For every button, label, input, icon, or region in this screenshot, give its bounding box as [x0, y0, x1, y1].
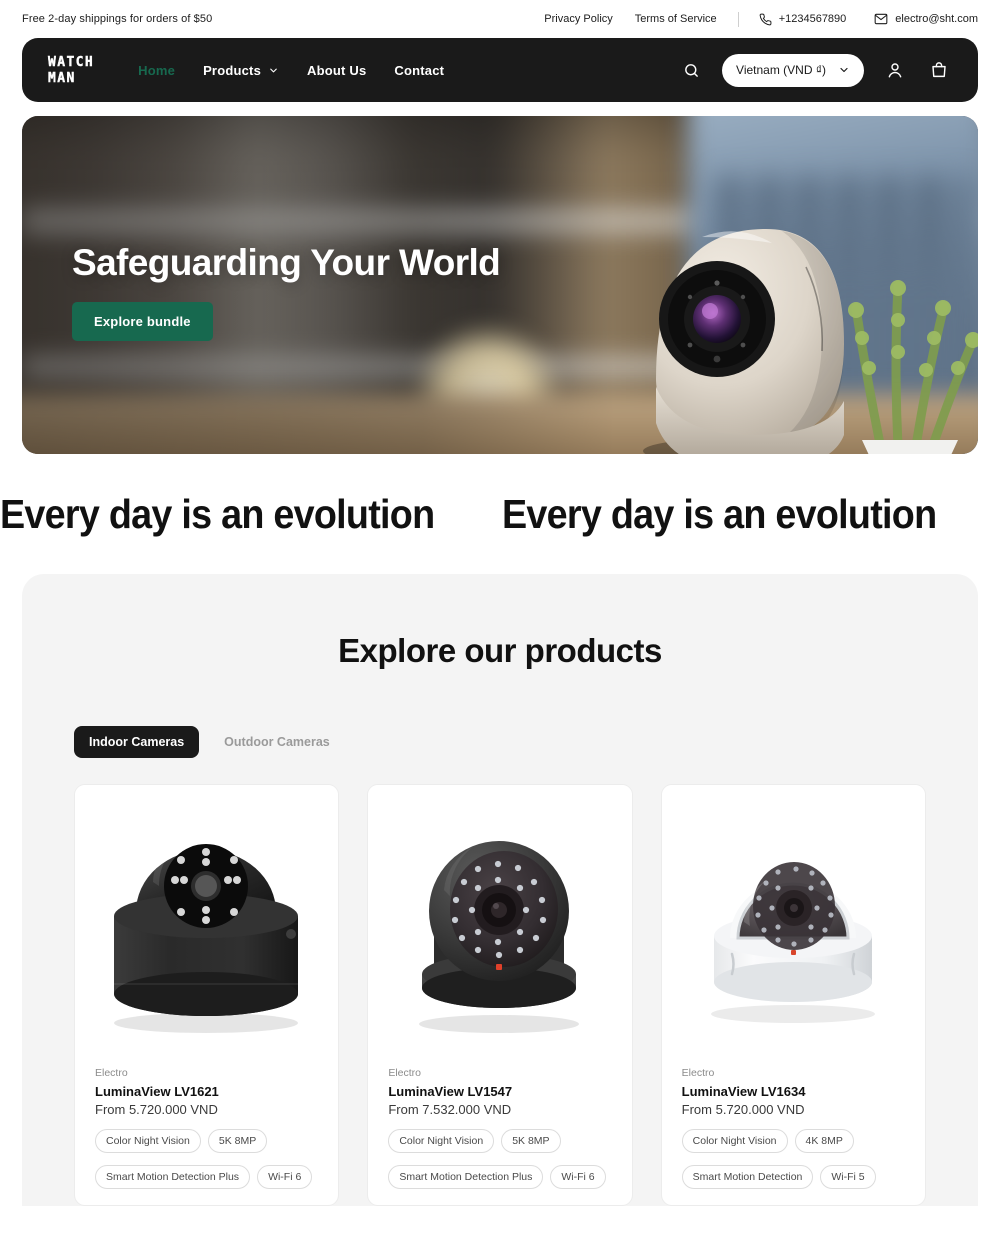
nav-item-home[interactable]: Home — [138, 63, 175, 78]
product-card[interactable]: Electro LuminaView LV1634 From 5.720.000… — [660, 784, 926, 1206]
main-navigation-bar: WATCH MAN Home Products About Us Contact — [22, 38, 978, 102]
search-icon — [683, 62, 700, 79]
chevron-down-icon — [268, 65, 279, 76]
announcement-message: Free 2-day shippings for orders of $50 — [22, 13, 213, 25]
nav-item-about-us[interactable]: About Us — [307, 63, 366, 78]
privacy-policy-link[interactable]: Privacy Policy — [533, 13, 623, 25]
user-icon — [886, 61, 904, 79]
explore-bundle-button[interactable]: Explore bundle — [72, 302, 213, 341]
product-price: From 5.720.000 VND — [681, 1102, 805, 1117]
site-logo[interactable]: WATCH MAN — [48, 54, 95, 86]
phone-number: +1234567890 — [778, 13, 847, 25]
product-card[interactable]: Electro LuminaView LV1621 From 5.720.000… — [74, 784, 340, 1206]
product-info: Electro LuminaView LV1621 From 5.720.000… — [75, 1067, 338, 1189]
announcement-bar: Free 2-day shippings for orders of $50 P… — [0, 0, 1000, 38]
product-name[interactable]: LuminaView LV1634 — [682, 1084, 905, 1099]
product-name[interactable]: LuminaView LV1547 — [388, 1084, 611, 1099]
chevron-down-icon — [838, 64, 850, 76]
product-feature-chips: Smart Motion Detection Plus Wi-Fi 6 — [95, 1165, 318, 1189]
marquee-text: Every day is an evolution — [502, 490, 937, 537]
cart-button[interactable] — [926, 57, 952, 83]
product-image — [75, 785, 339, 1067]
search-button[interactable] — [678, 57, 704, 83]
email-address: electro@sht.com — [895, 13, 978, 25]
product-info: Electro LuminaView LV1547 From 7.532.000… — [368, 1067, 631, 1189]
product-feature-chips: Color Night Vision 5K 8MP — [388, 1129, 611, 1153]
hero-content: Safeguarding Your World Explore bundle — [72, 242, 501, 341]
tab-outdoor-cameras[interactable]: Outdoor Cameras — [209, 726, 345, 758]
feature-chip: 5K 8MP — [207, 1129, 268, 1153]
nav-item-label: Products — [203, 62, 262, 78]
nav-item-label: About Us — [307, 62, 367, 78]
dome-camera-white-illustration — [710, 862, 875, 1023]
product-feature-chips: Smart Motion Detection Plus Wi-Fi 6 — [388, 1165, 611, 1189]
product-image — [368, 785, 632, 1067]
product-vendor: Electro — [388, 1067, 422, 1079]
product-grid: Electro LuminaView LV1621 From 5.720.000… — [74, 784, 926, 1206]
currency-selector[interactable]: Vietnam (VND ₫) — [722, 53, 864, 87]
product-category-tabs: Indoor Cameras Outdoor Cameras — [74, 726, 926, 758]
nav-links: Home Products About Us Contact — [138, 63, 444, 78]
feature-chip: 4K 8MP — [794, 1129, 854, 1153]
feature-chip: Wi-Fi 6 — [550, 1165, 606, 1189]
feature-chip: Wi-Fi 6 — [257, 1165, 313, 1189]
feature-chip: Color Night Vision — [681, 1129, 788, 1153]
product-price: From 7.532.000 VND — [388, 1102, 512, 1117]
logo-line-1: WATCH — [48, 54, 95, 70]
product-price: From 5.720.000 VND — [95, 1102, 218, 1117]
terms-of-service-link[interactable]: Terms of Service — [624, 13, 728, 25]
feature-chip: 5K 8MP — [501, 1129, 561, 1153]
nav-item-label: Home — [138, 62, 176, 78]
product-vendor: Electro — [95, 1067, 128, 1079]
feature-chip: Wi-Fi 5 — [820, 1165, 876, 1189]
nav-actions: Vietnam (VND ₫) — [678, 53, 952, 87]
product-image — [661, 785, 925, 1067]
products-section: Explore our products Indoor Cameras Outd… — [22, 574, 978, 1206]
hero-title: Safeguarding Your World — [72, 242, 501, 283]
hero-plant-illustration — [848, 280, 978, 454]
dome-camera-black-illustration — [114, 834, 299, 1033]
tab-indoor-cameras[interactable]: Indoor Cameras — [74, 726, 200, 758]
announcement-links: Privacy Policy Terms of Service +1234567… — [533, 11, 978, 27]
account-button[interactable] — [882, 57, 908, 83]
product-name[interactable]: LuminaView LV1621 — [95, 1084, 318, 1099]
hero-camera-illustration — [643, 229, 844, 454]
nav-item-label: Contact — [394, 62, 445, 78]
marquee-banner: Every day is an evolution Every day is a… — [0, 454, 1000, 574]
phone-link[interactable]: +1234567890 — [749, 13, 847, 26]
nav-item-contact[interactable]: Contact — [394, 63, 444, 78]
product-feature-chips: Color Night Vision 5K 8MP — [95, 1129, 318, 1153]
product-info: Electro LuminaView LV1634 From 5.720.000… — [662, 1067, 925, 1189]
currency-selected-value: Vietnam (VND ₫) — [736, 63, 826, 77]
feature-chip: Smart Motion Detection — [681, 1165, 814, 1189]
hero-banner: Safeguarding Your World Explore bundle — [22, 116, 978, 454]
phone-icon — [759, 13, 772, 26]
marquee-text: Every day is an evolution — [0, 490, 435, 537]
product-vendor: Electro — [681, 1067, 715, 1079]
feature-chip: Color Night Vision — [388, 1129, 495, 1153]
feature-chip: Smart Motion Detection Plus — [95, 1165, 251, 1189]
feature-chip: Smart Motion Detection Plus — [388, 1165, 544, 1189]
feature-chip: Color Night Vision — [95, 1129, 201, 1153]
envelope-icon — [874, 12, 888, 26]
divider — [737, 11, 739, 27]
product-feature-chips: Smart Motion Detection Wi-Fi 5 — [681, 1165, 905, 1189]
product-feature-chips: Color Night Vision 4K 8MP — [681, 1129, 905, 1153]
nav-item-products[interactable]: Products — [203, 63, 279, 78]
product-card[interactable]: Electro LuminaView LV1547 From 7.532.000… — [367, 784, 633, 1206]
marquee-track: Every day is an evolution Every day is a… — [0, 491, 1000, 538]
products-heading: Explore our products — [338, 632, 662, 669]
email-link[interactable]: electro@sht.com — [864, 12, 978, 26]
shopping-bag-icon — [930, 61, 948, 79]
logo-line-2: MAN — [48, 70, 76, 86]
turret-camera-black-illustration — [419, 840, 580, 1033]
